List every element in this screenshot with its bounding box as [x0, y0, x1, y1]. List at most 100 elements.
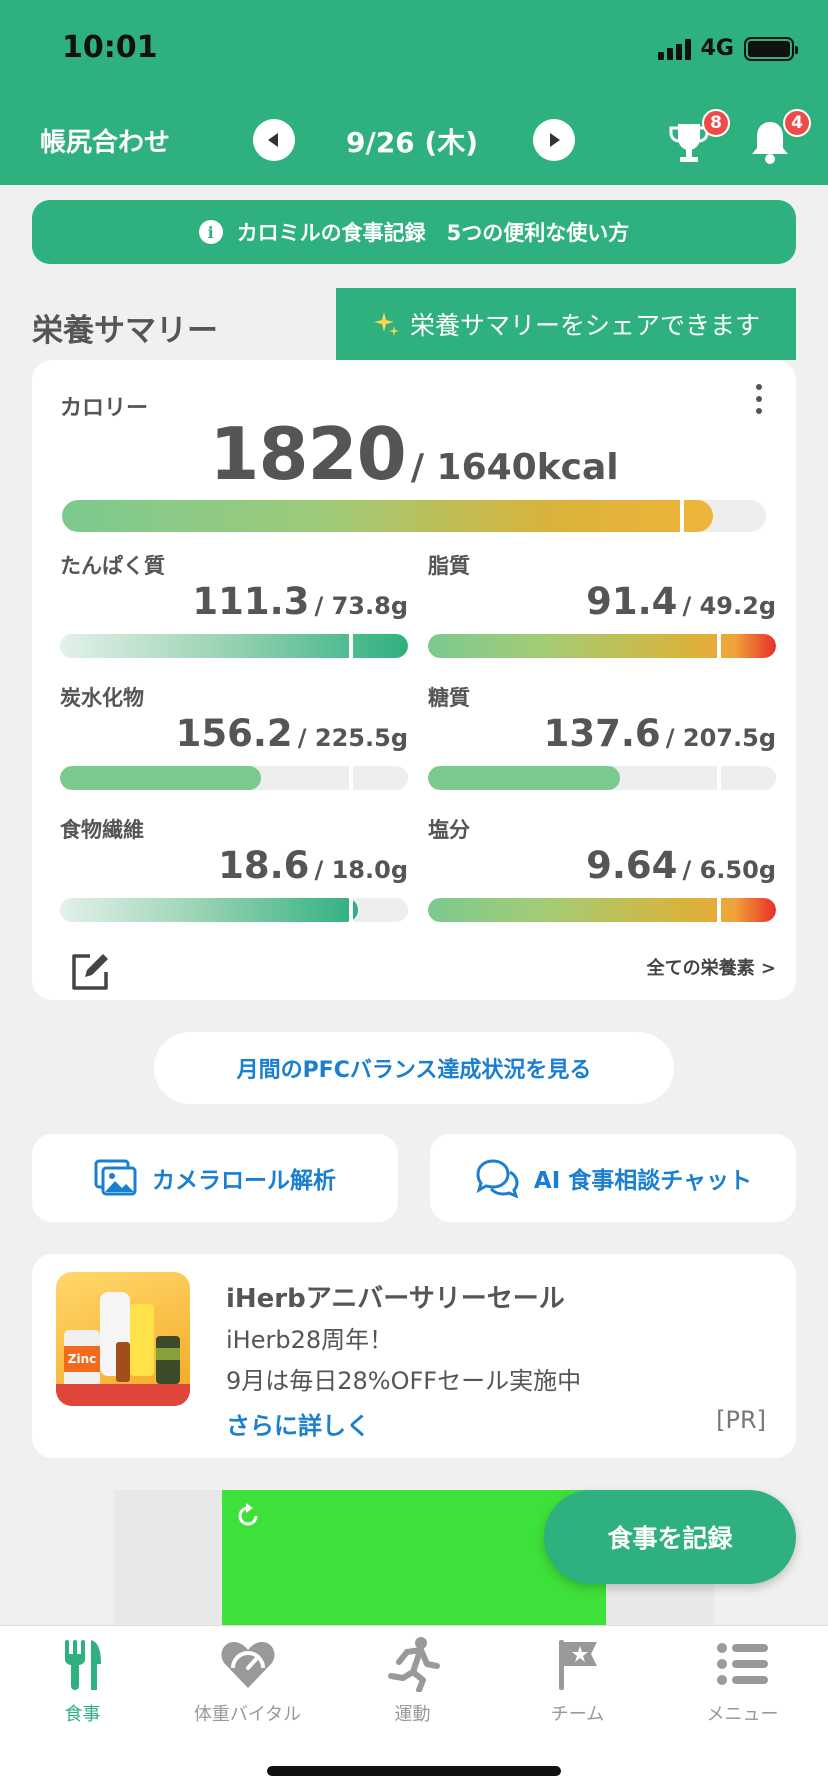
fork-knife-icon: [64, 1640, 101, 1690]
nutrient-progress-bar: [60, 898, 408, 922]
nutrient-value: 18.6 / 18.0g: [60, 844, 408, 887]
tab-team-label: チーム: [550, 1704, 605, 1725]
nutrient-label: たんぱく質: [60, 554, 165, 578]
nutrient-target-marker: [717, 766, 721, 790]
record-meal-button[interactable]: 食事を記録: [544, 1490, 796, 1584]
nutrient-target: / 18.0g: [314, 856, 408, 884]
sparkles-icon: [373, 312, 399, 336]
nutrient-target: / 6.50g: [682, 856, 776, 884]
ad-line-2: 9月は毎日28%OFFセール実施中: [226, 1367, 582, 1395]
ad-card[interactable]: Zinc iHerbアニバーサリーセール iHerb28周年！ 9月は毎日28%…: [32, 1254, 796, 1458]
tab-weight-vitals[interactable]: 体重バイタル: [165, 1636, 330, 1726]
tab-team[interactable]: チーム: [495, 1636, 660, 1726]
nutrient-progress-bar: [428, 766, 776, 790]
tab-exercise[interactable]: 運動: [330, 1636, 495, 1726]
nutrient-target: / 207.5g: [665, 724, 776, 752]
ad-product-image: Zinc: [56, 1272, 190, 1406]
camera-roll-analysis-button[interactable]: カメラロール解析: [32, 1134, 398, 1222]
notification-badge: 4: [783, 109, 811, 137]
balance-adjust-button[interactable]: 帳尻合わせ: [40, 122, 170, 159]
chat-bubbles-icon: [476, 1159, 519, 1198]
calorie-readout: 1820 / 1640kcal: [32, 412, 796, 496]
edit-button[interactable]: [68, 950, 112, 998]
nutrient-value: 137.6 / 207.5g: [428, 712, 776, 755]
calorie-target-marker: [680, 500, 684, 532]
next-day-button[interactable]: [533, 119, 575, 161]
nutrient-progress-fill: [60, 898, 358, 922]
nutrient-label: 塩分: [428, 818, 470, 842]
nutrient-label: 炭水化物: [60, 686, 144, 710]
more-options-icon[interactable]: [756, 384, 762, 414]
tab-meal-label: 食事: [64, 1704, 101, 1725]
nutrition-summary-card: カロリー 1820 / 1640kcal たんぱく質 111.3 / 73.8g 脂…: [32, 360, 796, 1000]
nutrient-target: / 49.2g: [682, 592, 776, 620]
ad-title: iHerbアニバーサリーセール: [226, 1284, 565, 1314]
nutrient-amount: 9.64: [586, 844, 678, 887]
nutrient-amount: 18.6: [218, 844, 310, 887]
nutrient-value: 156.2 / 225.5g: [60, 712, 408, 755]
nutrient-progress-fill: [428, 634, 776, 658]
ai-chat-button[interactable]: AI 食事相談チャット: [430, 1134, 796, 1222]
nutrient-amount: 156.2: [175, 712, 293, 755]
triangle-left-icon: [268, 133, 278, 147]
tab-meal[interactable]: 食事: [0, 1636, 165, 1726]
calorie-progress-bar: [62, 500, 766, 532]
ad-more-link[interactable]: さらに詳しく: [226, 1406, 370, 1441]
tab-weight-vitals-label: 体重バイタル: [193, 1704, 302, 1725]
nutrient-label: 食物繊維: [60, 818, 144, 842]
tab-menu[interactable]: メニュー: [660, 1636, 825, 1726]
info-icon: i: [198, 220, 223, 244]
status-time: 10:01: [62, 30, 158, 65]
monthly-pfc-button[interactable]: 月間のPFCバランス達成状況を見る: [154, 1032, 674, 1104]
app-header: 10:01 4G 帳尻合わせ 9/26 (木) 8 4: [0, 0, 828, 185]
trophy-badge: 8: [702, 109, 730, 137]
nutrient-progress-fill: [60, 634, 408, 658]
current-date[interactable]: 9/26 (木): [332, 121, 492, 161]
ad-line-1: iHerb28周年！: [226, 1326, 394, 1354]
nutrient-label: 脂質: [428, 554, 470, 578]
home-indicator: [267, 1766, 561, 1776]
nutrient-target: / 73.8g: [314, 592, 408, 620]
nutrient-amount: 91.4: [586, 580, 678, 623]
nutrient-target: / 225.5g: [297, 724, 408, 752]
triangle-right-icon: [550, 133, 560, 147]
status-indicators: 4G: [657, 36, 798, 61]
heart-gauge-icon: [221, 1642, 274, 1688]
edit-icon: [72, 954, 108, 990]
usage-guide-banner[interactable]: i カロミルの食事記録 5つの便利な使い方: [32, 200, 796, 264]
share-tooltip[interactable]: 栄養サマリーをシェアできます: [336, 288, 796, 374]
nutrient-value: 91.4 / 49.2g: [428, 580, 776, 623]
calorie-target: / 1640kcal: [410, 447, 619, 488]
nutrient-progress-bar: [428, 634, 776, 658]
ai-chat-label: AI 食事相談チャット: [533, 1168, 753, 1194]
menu-icon: [716, 1643, 768, 1685]
battery-icon: [744, 36, 798, 61]
nutrient-progress-fill: [428, 898, 776, 922]
nutrient-progress-fill: [60, 766, 261, 790]
network-label: 4G: [700, 36, 734, 61]
nutrient-target-marker: [349, 766, 353, 790]
nutrient-amount: 137.6: [543, 712, 661, 755]
nutrient-target-marker: [349, 898, 353, 922]
prev-day-button[interactable]: [253, 119, 295, 161]
share-tooltip-text: 栄養サマリーをシェアできます: [409, 311, 760, 340]
tab-menu-label: メニュー: [706, 1704, 779, 1725]
camera-roll-label: カメラロール解析: [152, 1168, 336, 1194]
tab-exercise-label: 運動: [394, 1704, 431, 1725]
runner-icon: [387, 1637, 440, 1693]
nutrient-progress-bar: [428, 898, 776, 922]
all-nutrients-link[interactable]: 全ての栄養素 >: [647, 954, 776, 980]
signal-icon: [657, 38, 691, 60]
nutrient-progress-fill: [428, 766, 621, 790]
flag-icon: [558, 1640, 597, 1690]
nutrient-target-marker: [349, 634, 353, 658]
nutrient-label: 糖質: [428, 686, 470, 710]
ad-pr-label: [PR]: [716, 1406, 766, 1434]
nutrient-progress-bar: [60, 766, 408, 790]
nutrient-value: 111.3 / 73.8g: [60, 580, 408, 623]
nutrition-summary-title: 栄養サマリー: [32, 313, 218, 349]
ad-product-label: Zinc: [68, 1352, 96, 1366]
photos-icon: [94, 1159, 137, 1196]
nutrient-progress-bar: [60, 634, 408, 658]
refresh-icon[interactable]: [234, 1502, 262, 1530]
